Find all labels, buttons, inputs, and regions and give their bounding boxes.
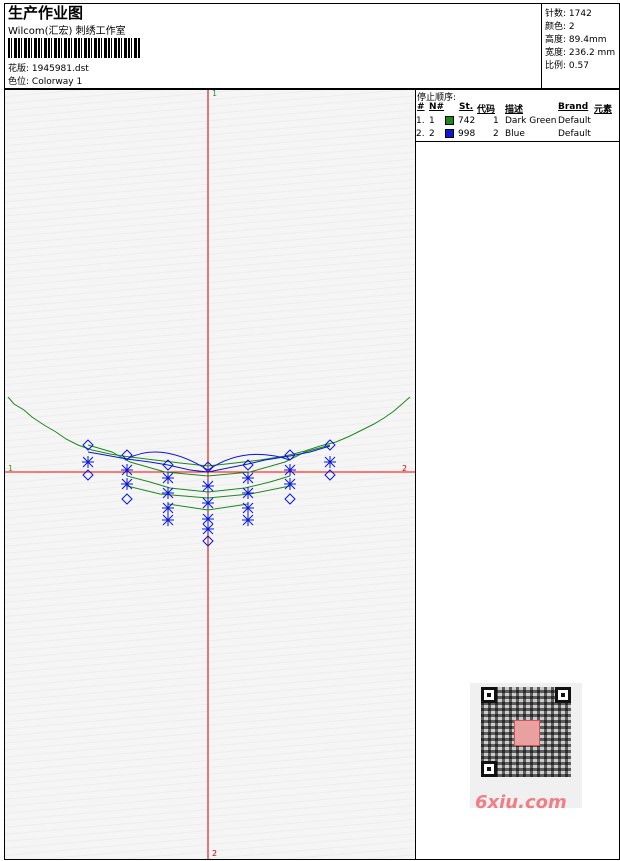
color-swatch — [445, 129, 454, 138]
axis-right-label: 2 — [402, 464, 408, 473]
col-index: # — [417, 102, 425, 112]
blue-main-curve — [87, 445, 331, 473]
qr-center-logo — [514, 720, 540, 746]
green-outer-curve — [7, 396, 411, 467]
qr-code-watermark — [470, 683, 582, 808]
panel-divider — [415, 141, 620, 142]
site-watermark: 6xiu.com — [475, 792, 567, 813]
axis-left-label: 1 — [8, 464, 14, 473]
col-brand: Brand — [558, 102, 589, 112]
col-description: 描述 — [505, 105, 524, 115]
axis-bottom-label: 2 — [212, 849, 218, 858]
green-thread-paths — [7, 396, 411, 511]
qr-code — [481, 687, 571, 777]
axis-top-label: 1 — [212, 89, 218, 98]
blue-stars — [82, 456, 336, 535]
color-swatch — [445, 116, 454, 125]
col-code: 代码 — [477, 105, 496, 115]
col-element: 元素 — [594, 105, 613, 115]
col-n: N# — [429, 102, 445, 112]
col-stitches: St. — [459, 102, 474, 112]
